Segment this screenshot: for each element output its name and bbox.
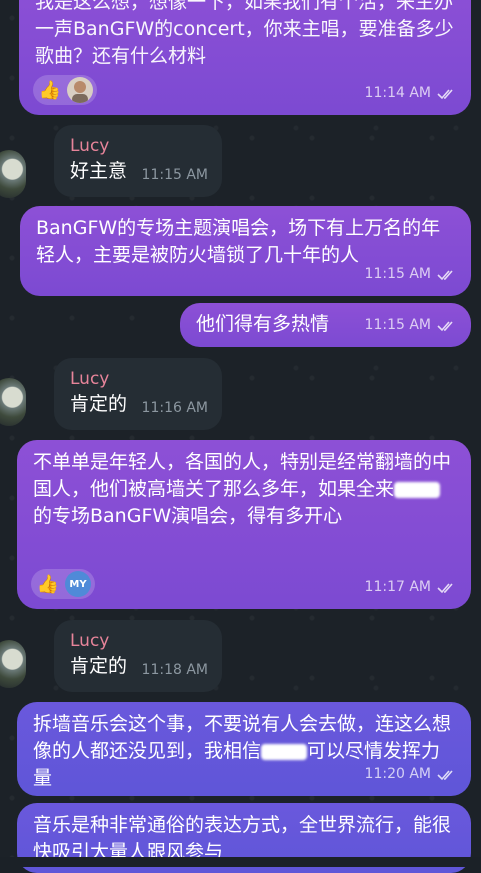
sender-name[interactable]: Lucy — [70, 629, 206, 653]
message-bubble-outgoing[interactable]: 不单单是年轻人，各国的人，特别是经常翻墙的中国人，他们被高墙关了那么多年，如果全… — [17, 440, 471, 609]
read-checkmarks-icon — [437, 320, 453, 331]
message-bubble-outgoing[interactable]: 我是这么想，想像一下，如果我们有个活，来主办一声BanGFW的concert，你… — [19, 0, 471, 115]
message-meta: 11:17 AM — [365, 574, 457, 601]
message-meta: 11:14 AM — [365, 80, 457, 107]
message-bubble-incoming[interactable]: Lucy 肯定的 11:16 AM — [54, 358, 222, 430]
message-time: 11:20 AM — [364, 766, 431, 782]
sender-name[interactable]: Lucy — [70, 134, 206, 158]
read-checkmarks-icon — [437, 769, 453, 780]
message-meta: 11:15 AM — [142, 162, 208, 189]
message-time: 11:15 AM — [364, 317, 431, 333]
message-reactions[interactable]: 👍 MY — [31, 569, 95, 599]
redacted-text — [261, 743, 308, 760]
message-time: 11:18 AM — [141, 662, 208, 678]
read-checkmarks-icon — [437, 269, 453, 280]
message-time: 11:15 AM — [141, 167, 208, 183]
redacted-text — [394, 481, 441, 498]
message-text: 我是这么想，想像一下，如果我们有个活，来主办一声BanGFW的concert，你… — [35, 0, 454, 67]
bottom-edge — [0, 857, 481, 867]
message-text: 不单单是年轻人，各国的人，特别是经常翻墙的中国人，他们被高墙关了那么多年，如果全… — [33, 451, 452, 527]
message-meta: 11:16 AM — [142, 395, 208, 422]
message-meta: 11:15 AM — [365, 312, 457, 339]
message-bubble-incoming[interactable]: Lucy 好主意 11:15 AM — [54, 125, 222, 197]
message-time: 11:14 AM — [364, 85, 431, 101]
reactor-avatar — [67, 77, 93, 103]
lucy-avatar[interactable] — [0, 150, 26, 198]
thumbs-up-icon[interactable]: 👍 — [35, 571, 61, 597]
message-bubble-outgoing[interactable]: BanGFW的专场主题演唱会，场下有上万名的年轻人，主要是被防火墙锁了几十年的人… — [20, 206, 471, 296]
message-reactions[interactable]: 👍 — [33, 75, 97, 105]
read-checkmarks-icon — [437, 582, 453, 593]
read-checkmarks-icon — [437, 88, 453, 99]
message-bubble-incoming[interactable]: Lucy 肯定的 11:18 AM — [54, 620, 222, 692]
message-time: 11:16 AM — [141, 400, 208, 416]
lucy-avatar[interactable] — [0, 640, 26, 688]
lucy-avatar[interactable] — [0, 378, 26, 426]
sender-name[interactable]: Lucy — [70, 367, 206, 391]
thumbs-up-icon[interactable]: 👍 — [37, 77, 63, 103]
message-meta: 11:15 AM — [365, 261, 457, 288]
reactor-initials-avatar: MY — [65, 571, 91, 597]
message-time: 11:15 AM — [364, 266, 431, 282]
message-bubble-outgoing[interactable]: 拆墙音乐会这个事，不要说有人会去做，连这么想像的人都还没见到，我相信 可以尽情发挥… — [17, 702, 471, 796]
message-meta: 11:18 AM — [142, 657, 208, 684]
message-bubble-outgoing[interactable]: 他们得有多热情 11:15 AM — [180, 303, 471, 347]
message-meta: 11:20 AM — [365, 761, 457, 788]
message-time: 11:17 AM — [364, 579, 431, 595]
